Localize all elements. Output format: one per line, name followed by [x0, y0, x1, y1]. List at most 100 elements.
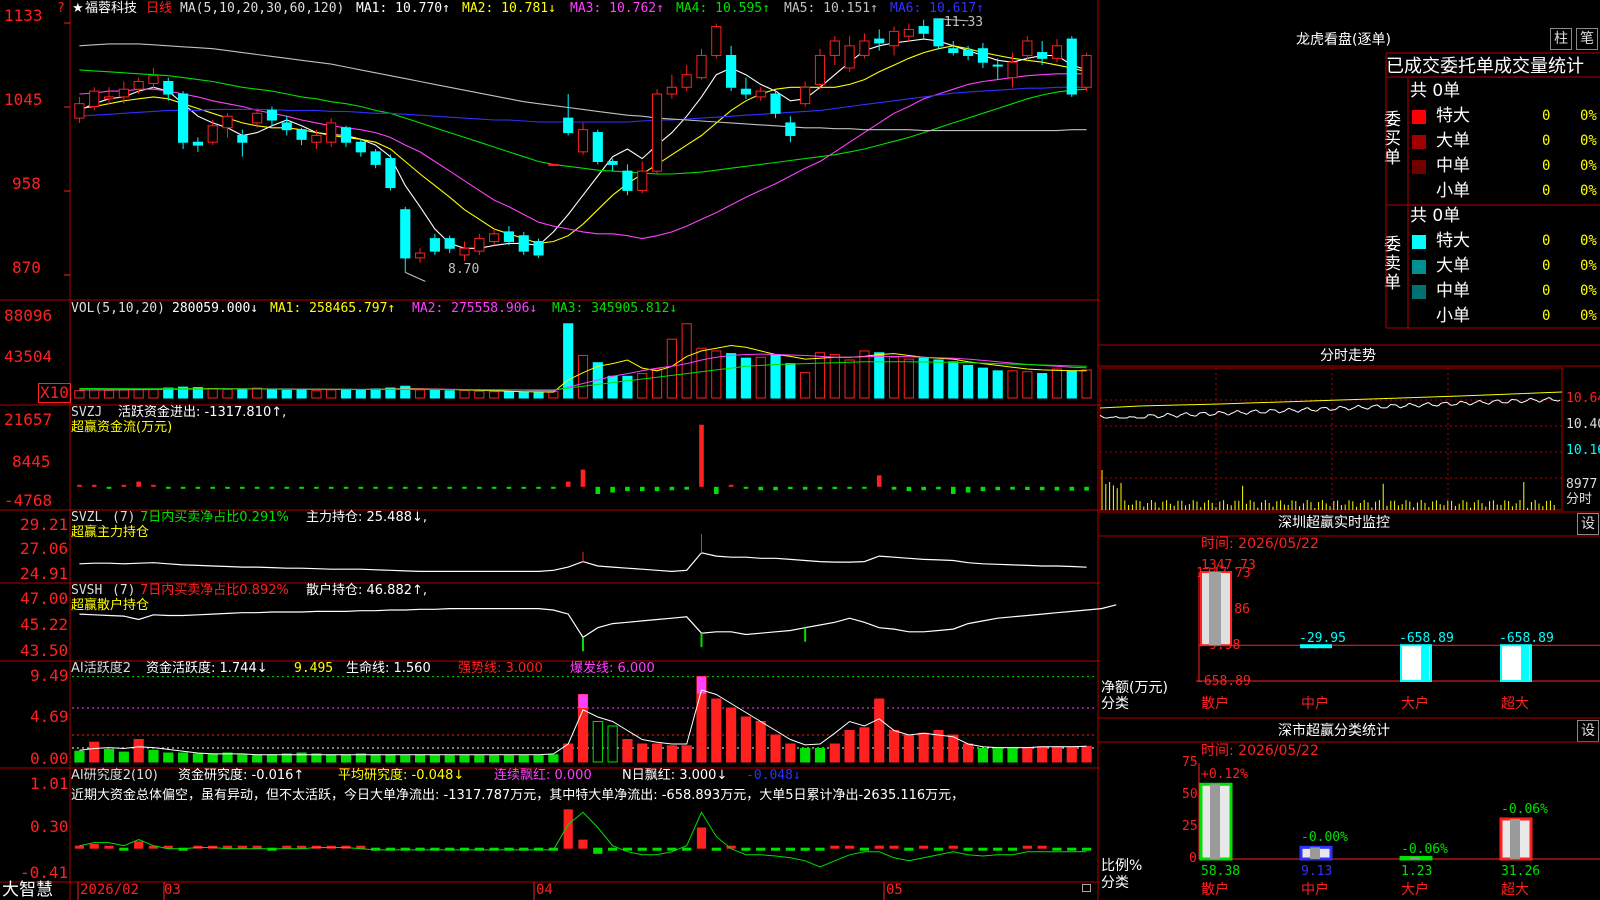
- column-view-button[interactable]: 柱: [1550, 28, 1572, 50]
- svzl-ytick: 24.91: [20, 564, 69, 583]
- ai-research-ytick: 1.01: [30, 774, 69, 793]
- classify-ytick: 0: [1189, 851, 1197, 866]
- activity-bar: [1007, 748, 1018, 763]
- dragon-header: 已成交委托单成交量统计: [1386, 56, 1584, 77]
- volume-bar: [696, 347, 707, 399]
- monitor-settings-button[interactable]: 设: [1577, 513, 1599, 535]
- classify-settings-button[interactable]: 设: [1577, 720, 1599, 742]
- research-bar: [948, 845, 958, 849]
- sell-row-pct: 0%: [1580, 308, 1597, 324]
- tick-view-button[interactable]: 笔: [1576, 28, 1598, 50]
- fund-flow-bar: [402, 486, 408, 489]
- vol-ytick: 88096: [4, 306, 53, 325]
- fund-flow-bar: [106, 486, 112, 489]
- svzj-subtitle: 超赢资金流(万元): [71, 420, 173, 435]
- research-bar: [785, 847, 795, 851]
- volume-bar: [859, 350, 870, 399]
- fund-flow-bar: [136, 481, 141, 487]
- main-chart-canvas[interactable]: [0, 0, 1117, 900]
- vol-label: VOL(5,10,20): [71, 301, 165, 316]
- ai-active-v2: 9.495: [294, 661, 334, 676]
- candle-body: [326, 122, 337, 143]
- activity-bar: [429, 754, 440, 763]
- ma6-value: MA6: 10.617↑: [890, 1, 984, 16]
- period-label[interactable]: 日线: [146, 1, 172, 16]
- activity-bar: [992, 748, 1003, 763]
- volume-bar: [607, 375, 618, 399]
- volume-bar: [429, 389, 440, 399]
- kline-ytick: 1045: [4, 90, 43, 109]
- research-bar: [904, 847, 914, 851]
- activity-bar: [163, 752, 174, 763]
- svsh-hold: 散户持仓: 46.882↑,: [306, 583, 428, 598]
- volume-bar: [977, 367, 989, 399]
- research-bar: [845, 845, 855, 849]
- volume-bar: [414, 389, 426, 399]
- fund-flow-bar: [417, 486, 423, 489]
- sell-row-pct: 0%: [1580, 258, 1597, 274]
- fund-commentary: 近期大资金总体偏空，虽有异动，但不太活跃，今日大单净流出: -1317.787万…: [71, 788, 965, 803]
- candle-body: [903, 28, 914, 37]
- fund-flow-bar: [121, 484, 127, 487]
- research-bar: [267, 847, 277, 851]
- ai-active-ytick: 0.00: [30, 749, 69, 768]
- research-bar: [682, 847, 692, 851]
- fund-flow-bar: [773, 486, 778, 491]
- research-bar: [1022, 845, 1032, 849]
- research-bar: [696, 827, 707, 849]
- sell-row-pct: 0%: [1580, 283, 1597, 299]
- volume-bar: [651, 368, 663, 399]
- research-bar: [933, 847, 944, 851]
- classify-cat-label: 散户: [1201, 882, 1229, 898]
- candle-body: [148, 75, 159, 84]
- volume-bar: [785, 363, 796, 399]
- research-bar: [815, 847, 825, 851]
- activity-bar: [103, 748, 115, 763]
- activity-bar: [726, 707, 737, 763]
- fund-flow-bar: [950, 486, 956, 494]
- activity-bar: [444, 755, 455, 763]
- activity-bar: [252, 754, 263, 763]
- svzl-param: (7): [112, 510, 136, 525]
- buy-row-name: 小单: [1436, 181, 1470, 201]
- volume-bar: [992, 370, 1003, 399]
- fund-flow-bar: [728, 484, 734, 487]
- retail-holding-line: [79, 604, 1117, 639]
- research-bar: [1082, 847, 1092, 851]
- monitor-ylabel: 净额(万元): [1101, 680, 1168, 696]
- candle-body: [829, 40, 840, 56]
- fund-flow-bar: [980, 486, 986, 492]
- activity-bar: [385, 754, 396, 763]
- classify-ytick: 50: [1182, 787, 1198, 802]
- sell-row-name: 大单: [1436, 256, 1470, 276]
- fund-flow-bar: [165, 486, 171, 489]
- candle-body: [651, 93, 663, 172]
- candle-body: [874, 38, 885, 44]
- help-mark[interactable]: ?: [57, 1, 65, 16]
- buy-row-count: 0: [1542, 133, 1551, 149]
- classify-bar-shade: [1310, 847, 1320, 859]
- activity-bar: [459, 755, 470, 763]
- activity-bar: [666, 745, 677, 763]
- candle-body: [577, 129, 589, 153]
- research-bar: [830, 845, 840, 849]
- fund-flow-bar: [1054, 486, 1060, 491]
- research-bar: [104, 845, 114, 849]
- candle-body: [237, 134, 248, 143]
- activity-bar: [177, 752, 189, 763]
- candle-body: [459, 247, 470, 256]
- intraday-ytick: 10.40: [1566, 417, 1600, 432]
- classify-bar: [1299, 845, 1333, 861]
- ai-active-value: 资金活跃度: 1.744↓: [146, 661, 268, 676]
- candle-body: [859, 40, 870, 56]
- ma-params: MA(5,10,20,30,60,120): [180, 1, 345, 16]
- candle-body: [681, 74, 692, 88]
- candle-body: [592, 132, 603, 162]
- lock-icon[interactable]: [1082, 884, 1091, 892]
- research-bar: [1037, 845, 1047, 849]
- low-price-label: 8.70: [448, 262, 480, 277]
- fund-flow-bar: [1010, 486, 1015, 490]
- research-bar: [637, 847, 647, 851]
- volume-bar: [844, 359, 855, 399]
- stock-name[interactable]: 福蓉科技: [85, 1, 137, 16]
